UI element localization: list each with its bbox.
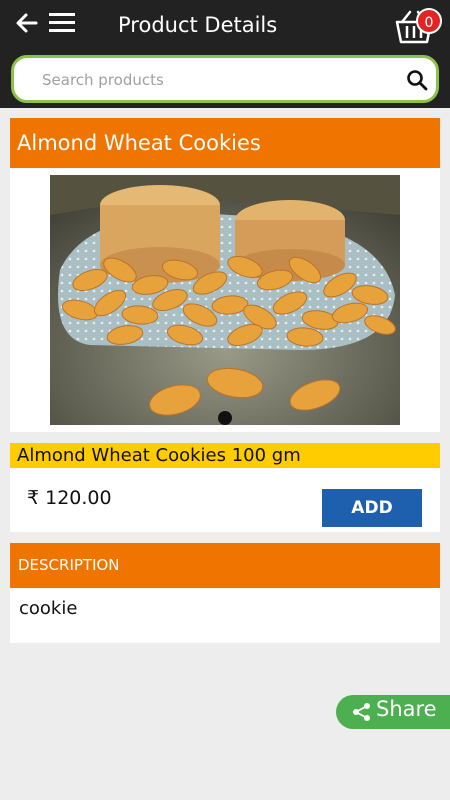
- price-card: ₹ 120.00 ADD: [10, 468, 440, 532]
- description-card: cookie: [10, 588, 440, 643]
- product-image[interactable]: [50, 175, 400, 425]
- search-bar: [11, 55, 439, 103]
- back-button[interactable]: [14, 10, 40, 36]
- menu-button[interactable]: [48, 12, 76, 34]
- product-variant-label: Almond Wheat Cookies 100 gm: [10, 443, 440, 468]
- carousel-indicator-dot[interactable]: [218, 411, 232, 425]
- product-photo-cookies-almonds: [50, 175, 400, 425]
- share-icon: [353, 703, 370, 721]
- search-icon[interactable]: [406, 69, 428, 91]
- top-app-bar: Product Details 0: [0, 0, 450, 108]
- product-price: ₹ 120.00: [27, 487, 112, 509]
- description-heading: DESCRIPTION: [10, 543, 440, 588]
- share-label: Share: [376, 697, 437, 721]
- search-input[interactable]: [42, 69, 392, 91]
- add-to-cart-button[interactable]: ADD: [322, 489, 422, 527]
- description-text: cookie: [19, 598, 78, 619]
- page-title: Product Details: [118, 13, 278, 37]
- share-button[interactable]: Share: [336, 695, 450, 729]
- hamburger-menu-icon: [49, 13, 75, 32]
- arrow-left-icon: [16, 13, 38, 33]
- cart-count-badge: 0: [416, 8, 442, 34]
- product-image-card: [10, 168, 440, 432]
- product-name-header: Almond Wheat Cookies: [10, 118, 440, 168]
